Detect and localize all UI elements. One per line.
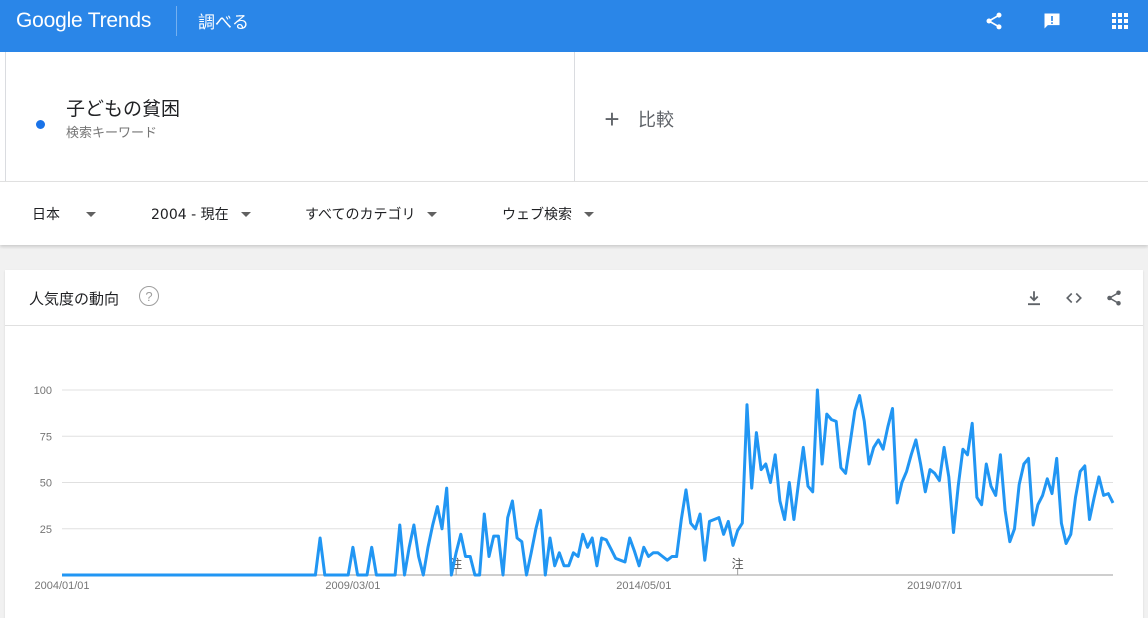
x-tick-label: 2019/07/01 [907, 580, 962, 592]
category-value: すべてのカテゴリ [305, 207, 416, 223]
term-color-dot [36, 120, 45, 129]
y-tick-label: 25 [40, 524, 52, 536]
share-icon[interactable] [982, 9, 1006, 33]
time-range-dropdown[interactable]: 2004 - 現在 [151, 204, 251, 224]
search-term-type: 検索キーワード [66, 126, 158, 141]
x-tick-label: 2014/05/01 [616, 580, 671, 592]
category-dropdown[interactable]: すべてのカテゴリ [305, 204, 438, 224]
time-range-value: 2004 - 現在 [151, 207, 229, 223]
explore-label: 調べる [198, 13, 249, 33]
chevron-down-icon [427, 211, 438, 217]
search-term-card[interactable]: 子どもの貧困 検索キーワード [5, 52, 575, 181]
compare-label: 比較 [638, 110, 674, 131]
chevron-down-icon [584, 211, 594, 217]
region-dropdown[interactable]: 日本 [32, 204, 96, 224]
x-tick-label: 2009/03/01 [325, 580, 380, 592]
plus-icon: + [604, 104, 620, 134]
x-tick-label: 2004/01/01 [34, 580, 89, 592]
header-divider [176, 6, 177, 36]
y-tick-label: 50 [40, 478, 52, 490]
feedback-icon[interactable] [1040, 9, 1064, 33]
filter-bar: 日本 2004 - 現在 すべてのカテゴリ ウェブ検索 [0, 181, 1148, 245]
search-term-name[interactable]: 子どもの貧困 [66, 94, 180, 121]
region-value: 日本 [32, 207, 60, 223]
apps-icon[interactable] [1108, 9, 1132, 33]
note-label: 注 [732, 556, 744, 571]
y-tick-label: 75 [40, 431, 52, 443]
search-terms-panel: 子どもの貧困 検索キーワード + 比較 [0, 52, 1148, 181]
y-tick-label: 100 [34, 385, 52, 397]
search-type-value: ウェブ検索 [502, 207, 572, 223]
app-bar: Google Trends 調べる [0, 0, 1148, 52]
chevron-down-icon [86, 211, 96, 217]
chevron-down-icon [240, 211, 251, 217]
google-trends-logo[interactable]: Google Trends [16, 9, 151, 33]
compare-button[interactable]: + 比較 [600, 104, 674, 134]
interest-line-chart[interactable]: 100 75 50 25 2004/01/01 2009/03/01 2014/05/01 2… [0, 270, 1148, 618]
search-type-dropdown[interactable]: ウェブ検索 [502, 204, 594, 224]
